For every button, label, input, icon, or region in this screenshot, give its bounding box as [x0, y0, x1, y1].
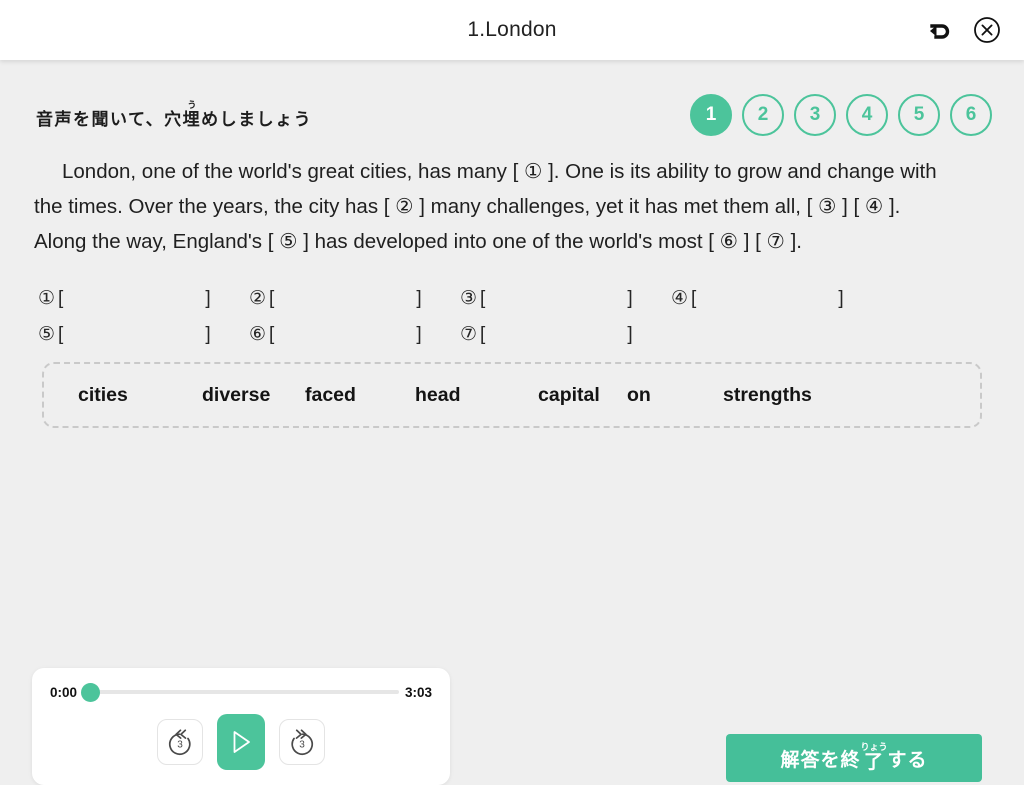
finish-answer-ruby: 了りょう [860, 742, 887, 774]
answer-slot-3-bracket-open: [ [480, 287, 486, 309]
answer-slot-5-bracket-close: ] [205, 323, 211, 345]
answer-slot-7-number: ⑦ [460, 324, 478, 345]
pager-item-6[interactable]: 6 [950, 94, 992, 136]
answer-slot-4-bracket-close: ] [838, 287, 844, 309]
answer-slot-1-value[interactable] [65, 288, 205, 310]
answer-slot-7[interactable]: ⑦[] [460, 323, 671, 346]
rewind-3-seconds-icon[interactable]: 3 [157, 719, 203, 765]
answer-slot-7-bracket-close: ] [627, 323, 633, 345]
answer-slot-1-bracket-close: ] [205, 287, 211, 309]
forward-seconds-label: 3 [299, 740, 305, 751]
audio-seek-thumb[interactable] [81, 682, 101, 702]
audio-current-time: 0:00 [50, 684, 78, 700]
pager-item-4[interactable]: 4 [846, 94, 888, 136]
answer-slot-3-bracket-close: ] [627, 287, 633, 309]
instruction-heading-post: めしましょう [201, 110, 313, 129]
question-pager: 1 2 3 4 5 6 [690, 94, 992, 136]
prompt-row: 音声を聞いて、穴埋うめしましょう 1 2 3 4 5 6 [0, 60, 1024, 136]
answer-slot-4[interactable]: ④[] [671, 287, 882, 310]
answer-slot-7-bracket-open: [ [480, 323, 486, 345]
answer-slot-6-value[interactable] [276, 324, 416, 346]
answer-slot-2[interactable]: ②[] [249, 287, 460, 310]
audio-progress-row: 0:00 3:03 [32, 668, 450, 702]
pager-item-5-label: 5 [913, 104, 925, 125]
pager-item-2-label: 2 [757, 104, 769, 125]
exercise-page: 音声を聞いて、穴埋うめしましょう 1 2 3 4 5 6 London, one… [0, 60, 1024, 785]
answer-slot-3-value[interactable] [487, 288, 627, 310]
finish-answer-label-post: する [887, 749, 928, 771]
answer-slot-6-bracket-open: [ [269, 323, 275, 345]
close-circle-icon[interactable] [972, 15, 1002, 45]
word-bank-item-faced[interactable]: faced [305, 384, 415, 407]
play-icon[interactable] [217, 714, 265, 770]
answer-slot-4-number: ④ [671, 288, 689, 309]
passage-text: London, one of the world's great cities,… [34, 160, 937, 253]
word-bank-item-on[interactable]: on [627, 384, 723, 407]
answer-slot-5-number: ⑤ [38, 324, 56, 345]
answer-row: ①[] ②[] ③[] ④[] [38, 287, 1024, 310]
word-bank-item-strengths[interactable]: strengths [723, 384, 812, 407]
audio-seek-slider[interactable] [81, 682, 399, 702]
pager-item-3-label: 3 [809, 104, 821, 125]
word-bank: cities diverse faced head capital on str… [42, 362, 982, 428]
finish-answer-ruby-text: りょう [860, 742, 888, 752]
answer-slot-4-bracket-open: [ [691, 287, 697, 309]
answer-slot-5[interactable]: ⑤[] [38, 323, 249, 346]
pager-item-2[interactable]: 2 [742, 94, 784, 136]
answer-slot-1-bracket-open: [ [58, 287, 64, 309]
audio-duration: 3:03 [404, 684, 432, 700]
instruction-heading-ruby-base: 埋 [182, 110, 202, 129]
answer-slot-4-value[interactable] [698, 288, 838, 310]
audio-player: 0:00 3:03 3 3 [32, 668, 450, 785]
answer-slots: ①[] ②[] ③[] ④[] ⑤[] ⑥[] ⑦[] [38, 287, 1024, 346]
word-bank-item-diverse[interactable]: diverse [202, 384, 305, 407]
pager-item-3[interactable]: 3 [794, 94, 836, 136]
pager-item-1-label: 1 [705, 104, 717, 125]
answer-slot-7-value[interactable] [487, 324, 627, 346]
answer-slot-2-bracket-open: [ [269, 287, 275, 309]
word-bank-item-capital[interactable]: capital [538, 384, 627, 407]
audio-controls: 3 3 [32, 714, 450, 770]
answer-slot-5-bracket-open: [ [58, 323, 64, 345]
instruction-heading-ruby: 埋う [182, 101, 202, 130]
answer-slot-1-number: ① [38, 288, 56, 309]
finish-answer-label-pre: 解答を終 [780, 749, 861, 771]
answer-slot-6[interactable]: ⑥[] [249, 323, 460, 346]
rewind-seconds-label: 3 [177, 740, 183, 751]
instruction-heading: 音声を聞いて、穴埋うめしましょう [36, 100, 312, 130]
answer-slot-2-value[interactable] [276, 288, 416, 310]
answer-slot-3[interactable]: ③[] [460, 287, 671, 310]
answer-slot-2-number: ② [249, 288, 267, 309]
word-bank-item-cities[interactable]: cities [78, 384, 202, 407]
answer-slot-3-number: ③ [460, 288, 478, 309]
undo-arrow-icon[interactable] [924, 15, 954, 45]
answer-slot-1[interactable]: ①[] [38, 287, 249, 310]
instruction-heading-ruby-text: う [182, 100, 202, 110]
word-bank-item-head[interactable]: head [415, 384, 538, 407]
pager-item-6-label: 6 [965, 104, 977, 125]
answer-slot-5-value[interactable] [65, 324, 205, 346]
audio-seek-track [83, 690, 399, 694]
forward-3-seconds-icon[interactable]: 3 [279, 719, 325, 765]
answer-slot-2-bracket-close: ] [416, 287, 422, 309]
answer-slot-6-number: ⑥ [249, 324, 267, 345]
finish-answer-ruby-base: 了 [860, 752, 888, 773]
finish-answer-button[interactable]: 解答を終 了りょう する [726, 734, 982, 782]
app-header: 1.London [0, 0, 1024, 60]
answer-row: ⑤[] ⑥[] ⑦[] [38, 323, 1024, 346]
instruction-heading-pre: 音声を聞いて、穴 [36, 110, 183, 129]
pager-item-1[interactable]: 1 [690, 94, 732, 136]
pager-item-5[interactable]: 5 [898, 94, 940, 136]
page-title: 1.London [467, 18, 557, 41]
header-actions [924, 0, 1002, 60]
pager-item-4-label: 4 [861, 104, 873, 125]
answer-slot-6-bracket-close: ] [416, 323, 422, 345]
